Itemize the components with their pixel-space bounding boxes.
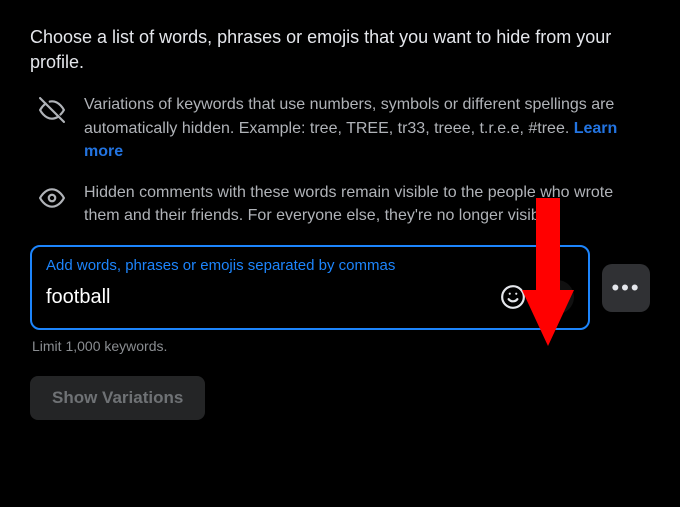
show-variations-button: Show Variations	[30, 376, 205, 420]
ellipsis-icon: •••	[611, 275, 640, 301]
emoji-picker-icon[interactable]	[496, 280, 530, 314]
keyword-input-box[interactable]: Add words, phrases or emojis separated b…	[30, 245, 590, 330]
add-keyword-button[interactable]	[540, 280, 574, 314]
keyword-input-row: Add words, phrases or emojis separated b…	[30, 245, 650, 330]
visibility-info-row: Hidden comments with these words remain …	[30, 181, 650, 227]
keyword-input[interactable]	[46, 286, 486, 309]
variations-info-body: Variations of keywords that use numbers,…	[84, 96, 614, 136]
eye-icon	[38, 185, 66, 211]
keyword-input-label: Add words, phrases or emojis separated b…	[46, 257, 574, 274]
intro-text: Choose a list of words, phrases or emoji…	[30, 25, 650, 75]
variations-info-row: Variations of keywords that use numbers,…	[30, 93, 650, 163]
variations-info-text: Variations of keywords that use numbers,…	[84, 93, 650, 163]
visibility-info-text: Hidden comments with these words remain …	[84, 181, 650, 227]
eye-off-icon	[38, 97, 66, 123]
keyword-limit-text: Limit 1,000 keywords.	[32, 338, 650, 354]
more-options-button[interactable]: •••	[602, 264, 650, 312]
